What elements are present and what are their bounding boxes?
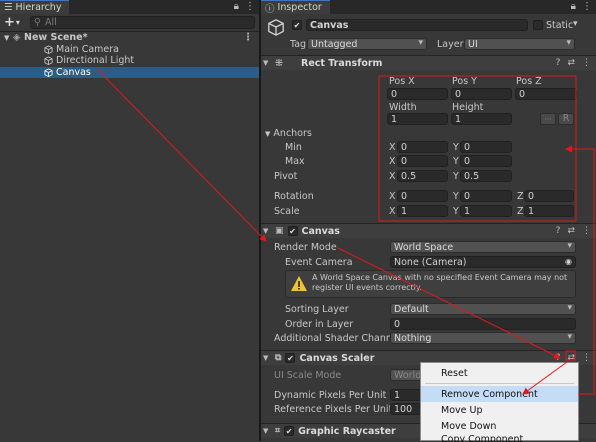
rotation-z-field[interactable]: 0 [524,190,574,202]
layer-dropdown[interactable]: UI [464,38,575,50]
raycaster-enabled-checkbox[interactable]: ✔ [284,426,295,436]
menu-item-move-up[interactable]: Move Up [421,402,578,418]
search-icon: ⚲ [34,17,41,28]
collapse-triangle-icon[interactable]: ▼ [263,59,271,67]
pos-y-field[interactable]: 0 [451,88,512,100]
collapse-triangle-icon[interactable]: ▼ [263,227,271,235]
help-icon[interactable]: ? [556,58,561,68]
pivot-y-field[interactable]: 0.5 [460,170,512,182]
warning-helpbox: A World Space Canvas with no specified E… [285,270,576,298]
active-checkbox[interactable]: ✔ [292,20,302,30]
unity-scene-icon: ◈ [13,32,21,44]
inspector-tabbar: ⓘ Inspector 🔒︎ ⋮ [261,0,596,15]
kebab-menu-icon[interactable]: ⋮ [582,353,591,363]
tree-item-canvas[interactable]: Canvas [0,66,259,78]
sorting-layer-dropdown[interactable]: Default [390,303,576,315]
blueprint-mode-button[interactable]: ⋯ [540,113,556,125]
tab-inspector[interactable]: ⓘ Inspector [261,0,330,15]
chevron-down-icon: ▾ [15,18,20,27]
render-mode-dropdown[interactable]: World Space [390,241,576,253]
layer-label: Layer [437,39,464,50]
scale-z-field[interactable]: 1 [524,205,574,217]
hierarchy-tabbar: ☰ Hierarchy 🔒︎ ⋮ [0,0,259,14]
list-icon: ☰ [4,2,13,13]
gameobject-icon [268,19,284,36]
rect-transform-header[interactable]: ▼ ⁜ Rect Transform ? ⇄ ⋮ [261,55,596,70]
menu-item-move-down[interactable]: Move Down [421,418,578,434]
component-context-menu: Reset Remove Component Move Up Move Down… [420,362,579,442]
static-dropdown-icon[interactable]: ▾ [573,19,578,29]
tag-dropdown[interactable]: Untagged [307,38,427,50]
rotation-y-field[interactable]: 0 [460,190,512,202]
pos-z-field[interactable]: 0 [515,88,577,100]
collapse-triangle-icon[interactable]: ▼ [263,427,271,435]
warning-text: A World Space Canvas with no specified E… [312,273,568,292]
tree-item-main-camera[interactable]: Main Camera [0,44,259,56]
scene-row[interactable]: ▼ ◈ New Scene* ⋮ [0,32,259,44]
kebab-menu-icon[interactable]: ⋮ [582,58,591,68]
object-name-input[interactable]: Canvas [306,19,528,31]
height-field[interactable]: 1 [451,113,512,125]
info-icon: ⓘ [265,3,275,15]
canvas-scaler-icon: ⧉ [275,353,282,363]
anchor-max-y-field[interactable]: 0 [460,155,512,167]
raw-edit-button[interactable]: R [558,113,574,125]
scale-y-field[interactable]: 1 [460,205,512,217]
shader-channels-dropdown[interactable]: Nothing [390,332,576,344]
collapse-triangle-icon[interactable]: ▼ [263,354,271,362]
pos-x-field[interactable]: 0 [387,88,448,100]
expand-triangle-icon[interactable]: ▼ [4,34,13,42]
rotation-x-field[interactable]: 0 [397,190,448,202]
kebab-menu-icon[interactable]: ⋮ [245,1,255,12]
menu-item-reset[interactable]: Reset [421,365,578,381]
static-label: Static [546,20,574,31]
canvas-enabled-checkbox[interactable]: ✔ [287,226,298,236]
gameobject-icon [44,56,53,66]
menu-separator [425,383,574,384]
scale-x-field[interactable]: 1 [397,205,448,217]
preset-icon[interactable]: ⇄ [567,226,575,236]
help-icon[interactable]: ? [556,226,561,236]
hierarchy-toolbar: + ▾ ⚲ All [0,14,259,32]
static-checkbox[interactable] [533,20,543,30]
kebab-menu-icon[interactable]: ⋮ [582,1,592,12]
object-picker-icon[interactable]: ◉ [565,257,572,266]
raycaster-icon: ⌗ [275,426,281,436]
gameobject-icon [44,45,53,54]
canvas-icon: ▣ [275,226,284,236]
tag-label: Tag [290,39,307,50]
event-camera-field[interactable]: None (Camera) ◉ [390,256,576,268]
lock-icon[interactable]: 🔒︎ [571,1,576,12]
preset-icon[interactable]: ⇄ [567,58,575,68]
gameobject-icon [44,68,53,77]
rect-transform-icon: ⁜ [275,57,283,69]
canvas-scaler-enabled-checkbox[interactable]: ✔ [285,353,296,363]
canvas-component-header[interactable]: ▼ ▣ ✔ Canvas ? ⇄ ⋮ [261,223,596,238]
tree-item-directional-light[interactable]: Directional Light [0,55,259,67]
anchor-max-x-field[interactable]: 0 [397,155,448,167]
anchor-min-y-field[interactable]: 0 [460,141,512,153]
kebab-menu-icon[interactable]: ⋮ [243,32,253,43]
warning-icon [291,276,307,291]
anchors-foldout[interactable]: ▼ Anchors [265,128,312,139]
object-header: ✔ Canvas Static ▾ Tag Untagged Layer UI [261,14,596,61]
search-input[interactable]: ⚲ All [30,16,255,29]
add-button[interactable]: + ▾ [4,15,26,30]
hierarchy-panel: ☰ Hierarchy 🔒︎ ⋮ + ▾ ⚲ All ▼ ◈ New Scene* … [0,0,259,441]
pivot-x-field[interactable]: 0.5 [397,170,448,182]
kebab-menu-icon[interactable]: ⋮ [582,226,591,236]
menu-item-remove-component[interactable]: Remove Component [421,386,578,402]
order-in-layer-field[interactable]: 0 [390,318,576,330]
anchor-min-x-field[interactable]: 0 [397,141,448,153]
width-field[interactable]: 1 [387,113,448,125]
plus-icon: + [4,15,15,30]
tab-hierarchy[interactable]: ☰ Hierarchy [0,0,70,14]
lock-icon[interactable]: 🔒︎ [234,1,239,12]
